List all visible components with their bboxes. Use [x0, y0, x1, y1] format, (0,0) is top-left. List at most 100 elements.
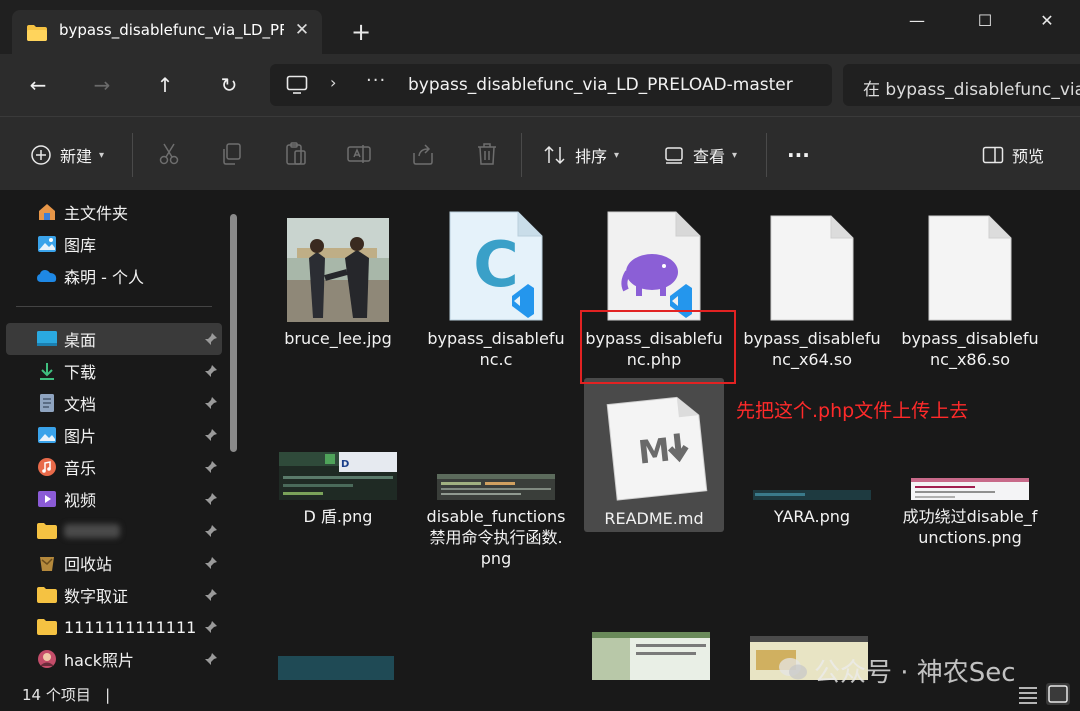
tab-close-icon[interactable]: ✕: [290, 18, 314, 42]
sidebar-item-label: 图片: [64, 427, 97, 446]
file-grid: bruce_lee.jpg C bypass_disablefunc.c byp…: [240, 190, 1080, 680]
up-button[interactable]: ↑: [150, 70, 180, 100]
screenshot-thumbnail[interactable]: [592, 632, 710, 680]
pin-icon[interactable]: [204, 331, 218, 350]
blank-file-icon: [900, 202, 1040, 322]
pin-icon[interactable]: [204, 459, 218, 478]
pin-icon[interactable]: [204, 587, 218, 606]
new-button[interactable]: 新建 ▾: [30, 143, 104, 167]
file-name: D 盾.png: [303, 507, 373, 526]
file-name: bypass_disablefunc_x86.so: [901, 329, 1039, 369]
sidebar-item-forensics[interactable]: 数字取证: [0, 579, 222, 611]
delete-icon[interactable]: [474, 141, 500, 167]
sidebar-item-pictures[interactable]: 图片: [0, 419, 222, 451]
sidebar-item-videos[interactable]: 视频: [0, 483, 222, 515]
file-name: 成功绕过disable_functions.png: [902, 507, 1038, 547]
sidebar-item-desktop[interactable]: 桌面: [6, 323, 222, 355]
chevron-down-icon: ▾: [732, 149, 738, 161]
sort-label: 排序: [575, 147, 608, 166]
file-name: bruce_lee.jpg: [284, 329, 392, 348]
sidebar-item-ones-folder[interactable]: 1111111111111: [0, 611, 222, 643]
sidebar-item-recycle-bin[interactable]: 回收站: [0, 547, 222, 579]
search-input[interactable]: 在 bypass_disablefunc_via_: [843, 64, 1080, 106]
close-window-button[interactable]: ✕: [1024, 6, 1070, 36]
toolbar-divider: [132, 133, 133, 177]
markdown-file-icon: M: [584, 384, 724, 504]
sidebar-scrollbar[interactable]: [230, 214, 237, 452]
pin-icon[interactable]: [204, 651, 218, 670]
chevron-right-icon[interactable]: ›: [330, 73, 336, 92]
plus-circle-icon: [31, 145, 51, 165]
sidebar-item-label: 回收站: [64, 555, 113, 574]
sidebar-item-music[interactable]: 音乐: [0, 451, 222, 483]
paste-icon[interactable]: [283, 141, 309, 167]
sidebar-item-onedrive[interactable]: 森明 - 个人: [0, 260, 222, 292]
pin-icon[interactable]: [204, 491, 218, 510]
large-icons-view-button[interactable]: [1046, 683, 1070, 705]
share-icon[interactable]: [410, 141, 436, 167]
sidebar-item-label: 文档: [64, 395, 97, 414]
sort-button[interactable]: 排序 ▾: [543, 143, 619, 167]
title-tab-bar: bypass_disablefunc_via_LD_PR ✕ + — ☐ ✕: [0, 0, 1080, 54]
onedrive-cloud-icon: [36, 265, 58, 287]
pin-icon[interactable]: [204, 523, 218, 542]
cut-icon[interactable]: [156, 141, 182, 167]
sidebar-item-gallery[interactable]: 图库: [0, 228, 222, 260]
new-tab-button[interactable]: +: [348, 20, 374, 46]
preview-pane-button[interactable]: 预览: [982, 143, 1044, 167]
video-icon: [36, 488, 58, 510]
sidebar-item-home[interactable]: 主文件夹: [0, 196, 222, 228]
sidebar-item-label: 下载: [64, 363, 97, 382]
home-icon: [36, 201, 58, 223]
sidebar-item-label: 森明 - 个人: [64, 268, 144, 287]
pin-icon[interactable]: [204, 363, 218, 382]
active-tab[interactable]: bypass_disablefunc_via_LD_PR ✕: [12, 10, 322, 54]
view-button[interactable]: 查看 ▾: [663, 143, 737, 167]
screenshot-thumbnail: D: [268, 380, 408, 500]
download-icon: [36, 360, 58, 382]
svg-text:C: C: [473, 228, 519, 301]
recycle-bin-icon: [36, 552, 58, 574]
sidebar-item-label: 图库: [64, 236, 97, 255]
address-bar[interactable]: › ··· bypass_disablefunc_via_LD_PRELOAD-…: [270, 64, 832, 106]
breadcrumb-overflow-button[interactable]: ···: [366, 70, 386, 91]
copy-icon[interactable]: [219, 141, 245, 167]
sidebar-item-label: 主文件夹: [64, 204, 129, 223]
maximize-button[interactable]: ☐: [962, 6, 1008, 36]
pin-icon[interactable]: [204, 555, 218, 574]
toolbar-divider: [521, 133, 522, 177]
more-options-button[interactable]: ···: [787, 143, 810, 167]
pin-icon[interactable]: [204, 427, 218, 446]
photo-folder-icon: [36, 648, 58, 670]
refresh-button[interactable]: ↻: [214, 70, 244, 100]
sidebar-item-documents[interactable]: 文档: [0, 387, 222, 419]
screenshot-thumbnail[interactable]: [278, 656, 394, 680]
photo-thumbnail: [268, 202, 408, 322]
minimize-button[interactable]: —: [894, 6, 940, 36]
breadcrumb-current-folder[interactable]: bypass_disablefunc_via_LD_PRELOAD-master: [408, 75, 793, 95]
details-view-icon: [1019, 687, 1037, 704]
rename-icon[interactable]: [346, 141, 372, 167]
sidebar-item-label: 1111111111111: [64, 617, 197, 637]
pin-icon[interactable]: [204, 619, 218, 638]
preview-label: 预览: [1012, 147, 1045, 166]
tab-title: bypass_disablefunc_via_LD_PR: [59, 21, 284, 39]
monitor-icon: [286, 75, 308, 99]
file-name: bypass_disablefunc_x64.so: [743, 329, 881, 369]
forward-button[interactable]: →: [87, 70, 117, 100]
blank-file-icon: [742, 202, 882, 322]
file-name: bypass_disablefunc.c: [427, 329, 565, 369]
sidebar-item-downloads[interactable]: 下载: [0, 355, 222, 387]
file-item-selected[interactable]: M README.md: [584, 378, 724, 532]
chevron-down-icon: ▾: [99, 149, 105, 161]
sidebar-item-label: hack照片: [64, 651, 135, 670]
back-button[interactable]: ←: [23, 70, 53, 100]
pin-icon[interactable]: [204, 395, 218, 414]
sidebar-item-hack-photos[interactable]: hack照片: [0, 643, 222, 675]
sort-icon: [544, 145, 565, 165]
c-file-icon: C: [426, 202, 566, 322]
sidebar-item-label: 音乐: [64, 459, 97, 478]
sidebar-item-blurred-folder[interactable]: [0, 515, 222, 547]
details-view-button[interactable]: [1016, 683, 1040, 705]
gallery-icon: [36, 233, 58, 255]
